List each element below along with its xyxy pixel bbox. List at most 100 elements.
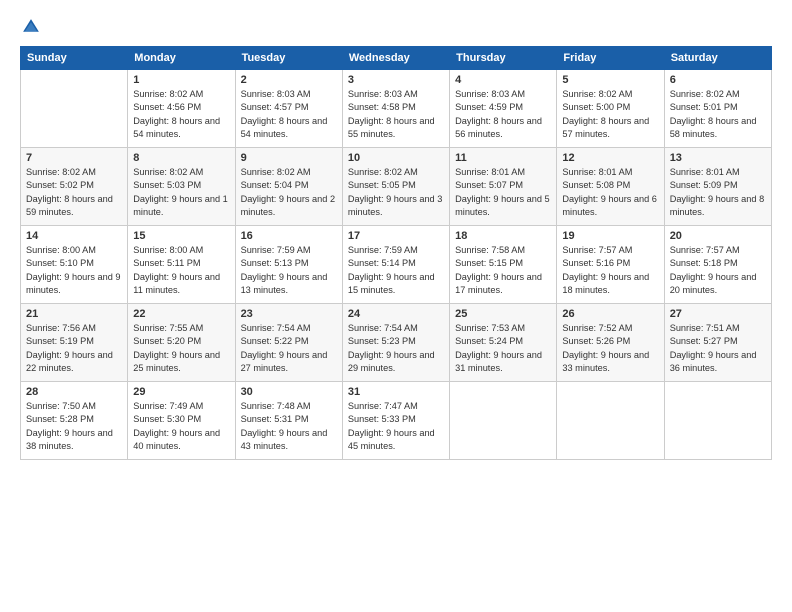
- day-number: 5: [562, 74, 658, 86]
- calendar-cell: 17 Sunrise: 7:59 AM Sunset: 5:14 PM Dayli…: [342, 226, 449, 304]
- day-number: 31: [348, 386, 444, 398]
- day-info: Sunrise: 7:59 AM Sunset: 5:13 PM Dayligh…: [241, 244, 337, 297]
- day-number: 20: [670, 230, 766, 242]
- day-info: Sunrise: 7:47 AM Sunset: 5:33 PM Dayligh…: [348, 400, 444, 453]
- weekday-header-monday: Monday: [128, 47, 235, 70]
- day-info: Sunrise: 8:00 AM Sunset: 5:10 PM Dayligh…: [26, 244, 122, 297]
- day-number: 30: [241, 386, 337, 398]
- day-number: 28: [26, 386, 122, 398]
- day-info: Sunrise: 7:50 AM Sunset: 5:28 PM Dayligh…: [26, 400, 122, 453]
- day-info: Sunrise: 8:01 AM Sunset: 5:08 PM Dayligh…: [562, 166, 658, 219]
- day-info: Sunrise: 8:02 AM Sunset: 5:01 PM Dayligh…: [670, 88, 766, 141]
- calendar-cell: 26 Sunrise: 7:52 AM Sunset: 5:26 PM Dayli…: [557, 304, 664, 382]
- week-row-3: 14 Sunrise: 8:00 AM Sunset: 5:10 PM Dayli…: [21, 226, 772, 304]
- week-row-1: 1Sunrise: 8:02 AM Sunset: 4:56 PM Daylig…: [21, 70, 772, 148]
- day-info: Sunrise: 7:54 AM Sunset: 5:22 PM Dayligh…: [241, 322, 337, 375]
- day-info: Sunrise: 7:57 AM Sunset: 5:16 PM Dayligh…: [562, 244, 658, 297]
- calendar-cell: 19 Sunrise: 7:57 AM Sunset: 5:16 PM Dayli…: [557, 226, 664, 304]
- calendar-cell: 1Sunrise: 8:02 AM Sunset: 4:56 PM Daylig…: [128, 70, 235, 148]
- calendar-container: SundayMondayTuesdayWednesdayThursdayFrid…: [0, 0, 792, 470]
- calendar-cell: 27 Sunrise: 7:51 AM Sunset: 5:27 PM Dayli…: [664, 304, 771, 382]
- day-number: 3: [348, 74, 444, 86]
- day-info: Sunrise: 7:55 AM Sunset: 5:20 PM Dayligh…: [133, 322, 229, 375]
- calendar-cell: 22 Sunrise: 7:55 AM Sunset: 5:20 PM Dayli…: [128, 304, 235, 382]
- calendar-cell: 5 Sunrise: 8:02 AM Sunset: 5:00 PM Daylig…: [557, 70, 664, 148]
- day-number: 2: [241, 74, 337, 86]
- weekday-header-saturday: Saturday: [664, 47, 771, 70]
- calendar-cell: 28 Sunrise: 7:50 AM Sunset: 5:28 PM Dayli…: [21, 382, 128, 460]
- day-number: 8: [133, 152, 229, 164]
- day-info: Sunrise: 8:03 AM Sunset: 4:57 PM Dayligh…: [241, 88, 337, 141]
- calendar-cell: 29 Sunrise: 7:49 AM Sunset: 5:30 PM Dayli…: [128, 382, 235, 460]
- calendar-cell: 11Sunrise: 8:01 AM Sunset: 5:07 PM Dayli…: [450, 148, 557, 226]
- calendar-cell: 25 Sunrise: 7:53 AM Sunset: 5:24 PM Dayli…: [450, 304, 557, 382]
- day-number: 7: [26, 152, 122, 164]
- day-number: 29: [133, 386, 229, 398]
- calendar-cell: 24 Sunrise: 7:54 AM Sunset: 5:23 PM Dayli…: [342, 304, 449, 382]
- day-info: Sunrise: 8:02 AM Sunset: 5:03 PM Dayligh…: [133, 166, 229, 219]
- weekday-header-tuesday: Tuesday: [235, 47, 342, 70]
- calendar-cell: 23 Sunrise: 7:54 AM Sunset: 5:22 PM Dayli…: [235, 304, 342, 382]
- calendar-cell: 12 Sunrise: 8:01 AM Sunset: 5:08 PM Dayli…: [557, 148, 664, 226]
- calendar-table: SundayMondayTuesdayWednesdayThursdayFrid…: [20, 46, 772, 460]
- day-number: 22: [133, 308, 229, 320]
- calendar-cell: 9 Sunrise: 8:02 AM Sunset: 5:04 PM Daylig…: [235, 148, 342, 226]
- calendar-cell: 20 Sunrise: 7:57 AM Sunset: 5:18 PM Dayli…: [664, 226, 771, 304]
- weekday-header-thursday: Thursday: [450, 47, 557, 70]
- calendar-cell: 3 Sunrise: 8:03 AM Sunset: 4:58 PM Daylig…: [342, 70, 449, 148]
- calendar-cell: 30 Sunrise: 7:48 AM Sunset: 5:31 PM Dayli…: [235, 382, 342, 460]
- calendar-cell: 31 Sunrise: 7:47 AM Sunset: 5:33 PM Dayli…: [342, 382, 449, 460]
- day-number: 27: [670, 308, 766, 320]
- day-info: Sunrise: 7:53 AM Sunset: 5:24 PM Dayligh…: [455, 322, 551, 375]
- day-number: 11: [455, 152, 551, 164]
- day-info: Sunrise: 8:00 AM Sunset: 5:11 PM Dayligh…: [133, 244, 229, 297]
- calendar-cell: 16Sunrise: 7:59 AM Sunset: 5:13 PM Dayli…: [235, 226, 342, 304]
- day-info: Sunrise: 7:57 AM Sunset: 5:18 PM Dayligh…: [670, 244, 766, 297]
- calendar-cell: 8 Sunrise: 8:02 AM Sunset: 5:03 PM Daylig…: [128, 148, 235, 226]
- day-number: 14: [26, 230, 122, 242]
- day-number: 19: [562, 230, 658, 242]
- calendar-cell: 2 Sunrise: 8:03 AM Sunset: 4:57 PM Daylig…: [235, 70, 342, 148]
- day-number: 24: [348, 308, 444, 320]
- week-row-4: 21 Sunrise: 7:56 AM Sunset: 5:19 PM Dayli…: [21, 304, 772, 382]
- calendar-cell: [21, 70, 128, 148]
- calendar-cell: 10Sunrise: 8:02 AM Sunset: 5:05 PM Dayli…: [342, 148, 449, 226]
- day-number: 15: [133, 230, 229, 242]
- day-info: Sunrise: 7:56 AM Sunset: 5:19 PM Dayligh…: [26, 322, 122, 375]
- day-number: 23: [241, 308, 337, 320]
- day-info: Sunrise: 8:03 AM Sunset: 4:58 PM Dayligh…: [348, 88, 444, 141]
- calendar-cell: [557, 382, 664, 460]
- day-number: 17: [348, 230, 444, 242]
- logo: [20, 16, 46, 38]
- day-number: 9: [241, 152, 337, 164]
- logo-icon: [20, 16, 42, 38]
- day-number: 6: [670, 74, 766, 86]
- day-number: 26: [562, 308, 658, 320]
- weekday-header-wednesday: Wednesday: [342, 47, 449, 70]
- calendar-cell: 15 Sunrise: 8:00 AM Sunset: 5:11 PM Dayli…: [128, 226, 235, 304]
- day-info: Sunrise: 7:48 AM Sunset: 5:31 PM Dayligh…: [241, 400, 337, 453]
- calendar-cell: 14 Sunrise: 8:00 AM Sunset: 5:10 PM Dayli…: [21, 226, 128, 304]
- calendar-cell: 18Sunrise: 7:58 AM Sunset: 5:15 PM Dayli…: [450, 226, 557, 304]
- day-number: 25: [455, 308, 551, 320]
- day-number: 12: [562, 152, 658, 164]
- calendar-cell: 13 Sunrise: 8:01 AM Sunset: 5:09 PM Dayli…: [664, 148, 771, 226]
- day-info: Sunrise: 7:49 AM Sunset: 5:30 PM Dayligh…: [133, 400, 229, 453]
- calendar-cell: 4Sunrise: 8:03 AM Sunset: 4:59 PM Daylig…: [450, 70, 557, 148]
- day-number: 13: [670, 152, 766, 164]
- calendar-cell: 6 Sunrise: 8:02 AM Sunset: 5:01 PM Daylig…: [664, 70, 771, 148]
- day-info: Sunrise: 7:59 AM Sunset: 5:14 PM Dayligh…: [348, 244, 444, 297]
- day-info: Sunrise: 8:02 AM Sunset: 5:02 PM Dayligh…: [26, 166, 122, 219]
- week-row-2: 7 Sunrise: 8:02 AM Sunset: 5:02 PM Daylig…: [21, 148, 772, 226]
- day-info: Sunrise: 8:01 AM Sunset: 5:09 PM Dayligh…: [670, 166, 766, 219]
- calendar-cell: [664, 382, 771, 460]
- day-number: 10: [348, 152, 444, 164]
- day-info: Sunrise: 7:54 AM Sunset: 5:23 PM Dayligh…: [348, 322, 444, 375]
- day-number: 21: [26, 308, 122, 320]
- weekday-header-row: SundayMondayTuesdayWednesdayThursdayFrid…: [21, 47, 772, 70]
- day-info: Sunrise: 7:51 AM Sunset: 5:27 PM Dayligh…: [670, 322, 766, 375]
- day-info: Sunrise: 7:52 AM Sunset: 5:26 PM Dayligh…: [562, 322, 658, 375]
- day-number: 18: [455, 230, 551, 242]
- day-info: Sunrise: 8:02 AM Sunset: 5:00 PM Dayligh…: [562, 88, 658, 141]
- day-info: Sunrise: 8:02 AM Sunset: 5:04 PM Dayligh…: [241, 166, 337, 219]
